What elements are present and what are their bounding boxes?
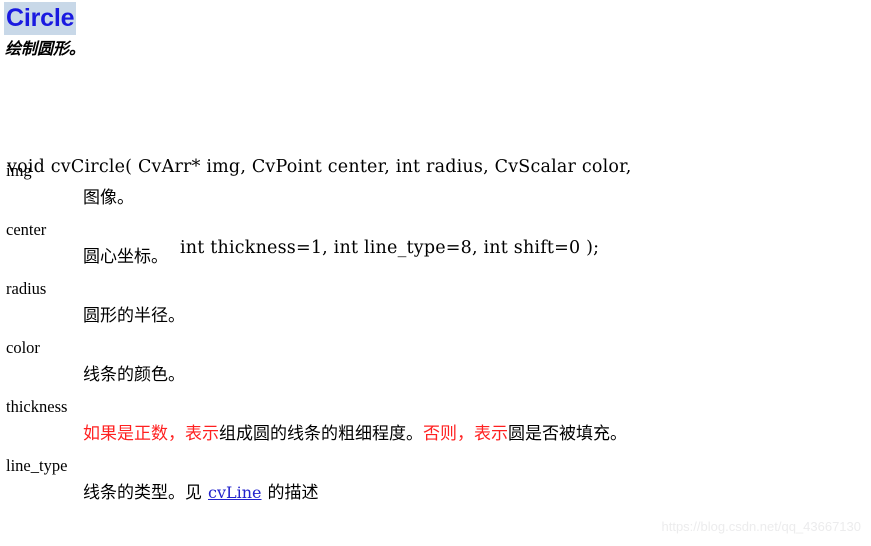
param-term-center: center bbox=[6, 220, 47, 239]
param-color: color 线条的颜色。 bbox=[0, 337, 871, 386]
param-desc-img: 图像。 bbox=[83, 188, 134, 207]
param-desc-line-type: 线条的类型。见 cvLine 的描述 bbox=[83, 482, 871, 504]
param-desc-thickness: 如果是正数，表示组成圆的线条的粗细程度。否则，表示圆是否被填充。 bbox=[83, 423, 871, 445]
thickness-desc-seg-2: 组成圆的线条的粗细程度。 bbox=[219, 424, 423, 443]
thickness-desc-seg-4: 圆是否被填充。 bbox=[508, 424, 627, 443]
param-radius: radius 圆形的半径。 bbox=[0, 278, 871, 327]
page-subtitle: 绘制圆形。 bbox=[5, 41, 86, 58]
param-img: img 图像。 bbox=[0, 160, 871, 209]
param-center: center 圆心坐标。 bbox=[0, 219, 871, 268]
param-term-img: img bbox=[6, 161, 32, 180]
param-thickness: thickness 如果是正数，表示组成圆的线条的粗细程度。否则，表示圆是否被填… bbox=[0, 396, 871, 445]
line-type-desc-suffix: 的描述 bbox=[267, 483, 319, 502]
thickness-desc-seg-1: 如果是正数，表示 bbox=[83, 424, 219, 443]
param-term-line-type: line_type bbox=[6, 456, 68, 475]
param-term-thickness: thickness bbox=[6, 397, 68, 416]
parameter-definition-list: img 图像。 center 圆心坐标。 radius 圆形的半径。 color… bbox=[0, 160, 871, 514]
cvline-link[interactable]: cvLine bbox=[208, 483, 262, 502]
watermark: https://blog.csdn.net/qq_43667130 bbox=[661, 519, 862, 534]
param-term-color: color bbox=[6, 338, 40, 357]
param-desc-color: 线条的颜色。 bbox=[83, 365, 185, 384]
thickness-desc-seg-3: 否则，表示 bbox=[423, 424, 508, 443]
line-type-desc-prefix: 线条的类型。见 bbox=[83, 483, 202, 502]
param-line-type: line_type 线条的类型。见 cvLine 的描述 bbox=[0, 455, 871, 504]
param-desc-center: 圆心坐标。 bbox=[83, 247, 168, 266]
param-term-radius: radius bbox=[6, 279, 47, 298]
param-desc-radius: 圆形的半径。 bbox=[83, 306, 185, 325]
page-title: Circle bbox=[4, 2, 77, 35]
